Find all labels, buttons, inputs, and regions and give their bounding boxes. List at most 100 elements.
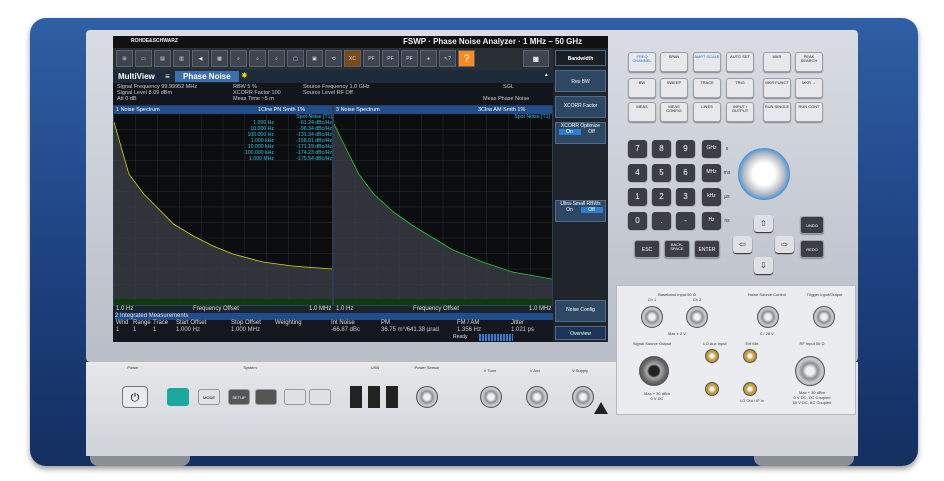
softkey-res-bw[interactable]: Res BW — [555, 70, 606, 92]
save-icon[interactable]: ▤ — [154, 50, 171, 67]
rf-input-connector[interactable] — [795, 356, 825, 386]
lo-aux-ch1-connector[interactable] — [705, 349, 719, 363]
hardkey-trig[interactable]: TRIG — [726, 78, 754, 98]
display-toggle-button[interactable] — [284, 389, 306, 405]
hardkey-trace[interactable]: TRACE — [693, 78, 721, 98]
open-icon[interactable]: ▭ — [135, 50, 152, 67]
hardkey-mkr-[interactable]: MKR → — [795, 78, 823, 98]
numpad-key[interactable]: 6 — [676, 164, 695, 181]
numpad-key[interactable]: 3 — [676, 188, 695, 205]
softkey-ultra-small-rbws[interactable]: Ultra-Small RBWs On Off — [555, 200, 606, 222]
print-icon[interactable]: ▥ — [173, 50, 190, 67]
hardkey-run-cont[interactable]: RUN CONT — [795, 102, 823, 122]
pane3-plot[interactable] — [334, 114, 552, 300]
hardkey-span[interactable]: SPAN — [660, 52, 688, 72]
hardkey-meas-config[interactable]: MEAS CONFIG — [660, 102, 688, 122]
softkey-noise-config[interactable]: Noise Config — [555, 300, 606, 322]
trigger-connector[interactable] — [813, 306, 835, 328]
setup-button[interactable]: SETUP — [228, 389, 250, 405]
unit-key[interactable]: kHz — [702, 188, 721, 205]
hardkey-lines[interactable]: LINES — [693, 102, 721, 122]
arrow-left-icon[interactable]: ⇦ — [733, 236, 752, 253]
table-icon[interactable]: ▦ — [211, 50, 228, 67]
signal-source-connector[interactable] — [639, 356, 669, 386]
hardkey-peak-search[interactable]: PEAK SEARCH — [795, 52, 823, 72]
softkey-overview[interactable]: Overview — [555, 326, 606, 340]
hardkey-input-output[interactable]: INPUT / OUTPUT — [726, 102, 754, 122]
mode-button[interactable]: MODE — [198, 389, 220, 405]
preset-button[interactable] — [167, 388, 189, 406]
print-button[interactable] — [255, 389, 277, 405]
power-button[interactable]: ⏻ — [122, 386, 148, 408]
hardkey-mkr-funct[interactable]: MKR FUNCT — [763, 78, 791, 98]
numpad-key[interactable]: 4 — [628, 164, 647, 181]
hardkey-bw[interactable]: BW — [628, 78, 656, 98]
numpad-key[interactable]: 0 — [628, 212, 647, 229]
vtune-connector[interactable] — [480, 386, 502, 408]
config-icon[interactable]: PF — [363, 50, 380, 67]
config3-icon[interactable]: PF — [401, 50, 418, 67]
hardkey-run-single[interactable]: RUN SINGLE — [763, 102, 791, 122]
zoom-off-icon[interactable]: ⌕ — [268, 50, 285, 67]
undo-key[interactable]: UNDO — [800, 216, 824, 234]
baseband-ch2-connector[interactable] — [686, 306, 708, 328]
lo-out-connector[interactable] — [743, 382, 757, 396]
xcorr-on[interactable]: On — [558, 129, 581, 135]
lo-aux-ch2-connector[interactable] — [705, 382, 719, 396]
vsupply-connector[interactable] — [572, 386, 594, 408]
ext-mix-if-connector[interactable] — [743, 349, 757, 363]
numpad-key[interactable]: - — [676, 212, 695, 229]
zoom-icon[interactable]: ⌕ — [230, 50, 247, 67]
numpad-key[interactable]: 5 — [652, 164, 671, 181]
hardkey-sweep[interactable]: SWEEP — [660, 78, 688, 98]
numpad-key[interactable]: 8 — [652, 140, 671, 157]
hardkey-meas[interactable]: MEAS — [628, 102, 656, 122]
display-icon[interactable]: ▣ — [306, 50, 323, 67]
multiview-menu-icon[interactable]: ≡ — [165, 72, 170, 81]
undo-icon[interactable]: ◀ — [192, 50, 209, 67]
usrbw-on[interactable]: On — [559, 207, 581, 213]
numpad-key[interactable]: 9 — [676, 140, 695, 157]
help-icon[interactable]: ? — [458, 50, 475, 67]
screenshot-icon[interactable]: ● — [420, 50, 437, 67]
config2-icon[interactable]: PF — [382, 50, 399, 67]
integrated-data-row[interactable]: 1 1 1 1.000 Hz 1.000 MHz -66.87 dBc 36.75 m°/6… — [113, 327, 553, 334]
help-pointer-icon[interactable]: ↖? — [439, 50, 456, 67]
zoom-multi-icon[interactable]: ⌕ — [249, 50, 266, 67]
esc-key[interactable]: ESC — [634, 240, 660, 258]
xcorr-off[interactable]: Off — [581, 129, 603, 135]
noise-source-connector[interactable] — [757, 306, 779, 328]
numpad-key[interactable]: 7 — [628, 140, 647, 157]
multiview-tab[interactable]: MultiView — [118, 72, 155, 81]
hardkey-auto-set[interactable]: AUTO SET — [726, 52, 754, 72]
numpad-key[interactable]: . — [652, 212, 671, 229]
vaux-connector[interactable] — [526, 386, 548, 408]
window-icon[interactable]: ▢ — [287, 50, 304, 67]
hardkey-mkr[interactable]: MKR — [763, 52, 791, 72]
softkey-xcorr-factor[interactable]: XCORR Factor — [555, 96, 606, 118]
noise-spectrum-pane-1[interactable]: 1 Noise Spectrum 1Clrw PN Smth 1% Spot N… — [113, 105, 333, 306]
redo-key[interactable]: REDO — [800, 240, 824, 258]
usrbw-off[interactable]: Off — [580, 207, 603, 213]
numpad-key[interactable]: 2 — [652, 188, 671, 205]
arrow-down-icon[interactable]: ⇩ — [754, 257, 773, 274]
hardkey-freq-channel[interactable]: FREQ CHANNEL — [628, 52, 656, 72]
arrow-up-icon[interactable]: ⇧ — [754, 215, 773, 232]
hardkey-ampt-scale[interactable]: AMPT SCALE — [693, 52, 721, 72]
arrow-right-icon[interactable]: ⇨ — [775, 236, 794, 253]
numpad-key[interactable]: 1 — [628, 188, 647, 205]
usb-ports[interactable] — [350, 386, 402, 408]
baseband-ch1-connector[interactable] — [641, 306, 663, 328]
collapse-icon[interactable]: ▴ — [545, 72, 548, 78]
noise-spectrum-pane-3[interactable]: 3 Noise Spectrum 3Clrw AM Smth 1% Spot N… — [333, 105, 553, 306]
unit-key[interactable]: Hz — [702, 212, 721, 229]
backspace-key[interactable]: BACK-SPACE — [664, 240, 690, 258]
keyboard-button[interactable] — [309, 389, 331, 405]
softkey-xcorr-optimize[interactable]: XCORR Optimize On Off — [555, 122, 606, 144]
power-sensor-connector[interactable] — [416, 386, 438, 408]
channel-tab[interactable]: Phase Noise — [175, 71, 239, 82]
unit-key[interactable]: MHz — [702, 164, 721, 181]
windows-icon[interactable]: ⊞ — [116, 50, 133, 67]
camera-icon[interactable]: ◙ — [523, 50, 549, 67]
enter-key[interactable]: ENTER — [694, 240, 720, 258]
